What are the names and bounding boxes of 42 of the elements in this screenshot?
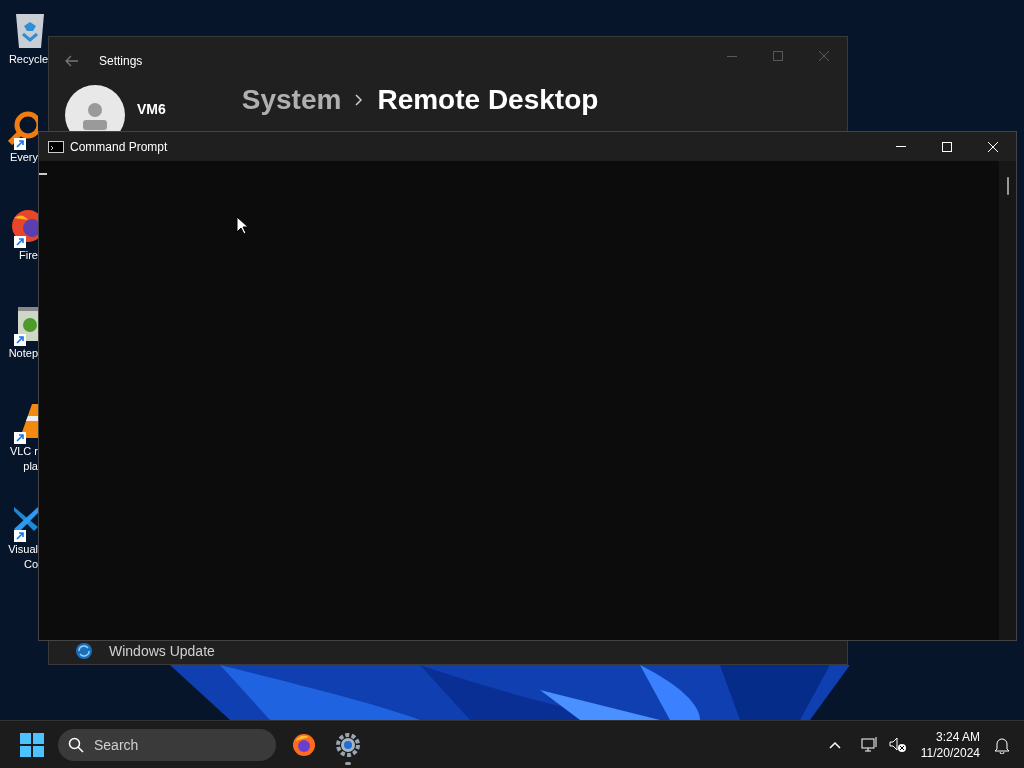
magnifier-icon xyxy=(8,111,38,145)
gear-icon xyxy=(336,732,360,757)
desktop-icon-label[interactable]: pla xyxy=(23,459,38,474)
desktop-icon-label[interactable]: Co xyxy=(23,557,38,572)
mouse-pointer-icon xyxy=(236,216,248,235)
desktop-icon-label[interactable]: Notep xyxy=(8,346,38,361)
bell-icon[interactable] xyxy=(994,735,1010,754)
breadcrumb-item[interactable]: System xyxy=(241,79,342,121)
scrollbar-thumb[interactable] xyxy=(1006,177,1009,195)
desktop-icon-label[interactable]: Visual xyxy=(8,542,38,557)
muted-speaker-icon[interactable] xyxy=(888,735,907,754)
notepad-icon xyxy=(18,307,38,341)
back-arrow-icon[interactable] xyxy=(65,55,79,67)
console-icon xyxy=(48,140,64,153)
sync-icon xyxy=(75,642,93,660)
chevron-right-icon xyxy=(355,94,364,106)
desktop-icon-label[interactable]: VLC r xyxy=(9,444,38,459)
desktop-icon-label[interactable]: Every xyxy=(9,150,38,165)
start-button[interactable] xyxy=(18,730,46,759)
search-field[interactable]: Search xyxy=(58,728,276,761)
browser-icon xyxy=(292,732,316,757)
network-icon[interactable] xyxy=(860,735,879,754)
clock[interactable]: 3:24 AM 11/20/2024 xyxy=(916,728,984,761)
minimize-icon xyxy=(896,146,906,147)
window-title: Settings xyxy=(99,53,143,70)
text-cursor xyxy=(39,173,47,175)
breadcrumb-item: Remote Desktop xyxy=(377,83,599,117)
desktop-icon-label[interactable]: Fire xyxy=(19,248,38,263)
user-name: VM6 xyxy=(137,100,166,119)
maximize-icon xyxy=(773,51,783,61)
person-icon xyxy=(80,100,110,130)
scrollbar[interactable] xyxy=(999,161,1016,640)
close-icon xyxy=(988,141,998,152)
desktop-icon-label[interactable]: Recycle xyxy=(8,52,48,67)
chevron-up-icon[interactable] xyxy=(828,740,841,749)
windows-logo-icon xyxy=(20,732,44,757)
maximize-icon xyxy=(942,141,952,152)
search-icon xyxy=(68,736,84,753)
minimize-icon xyxy=(727,55,737,57)
window-title: Command Prompt xyxy=(70,138,168,156)
close-icon xyxy=(819,51,829,61)
sidebar-item[interactable]: Windows Update xyxy=(49,641,847,661)
